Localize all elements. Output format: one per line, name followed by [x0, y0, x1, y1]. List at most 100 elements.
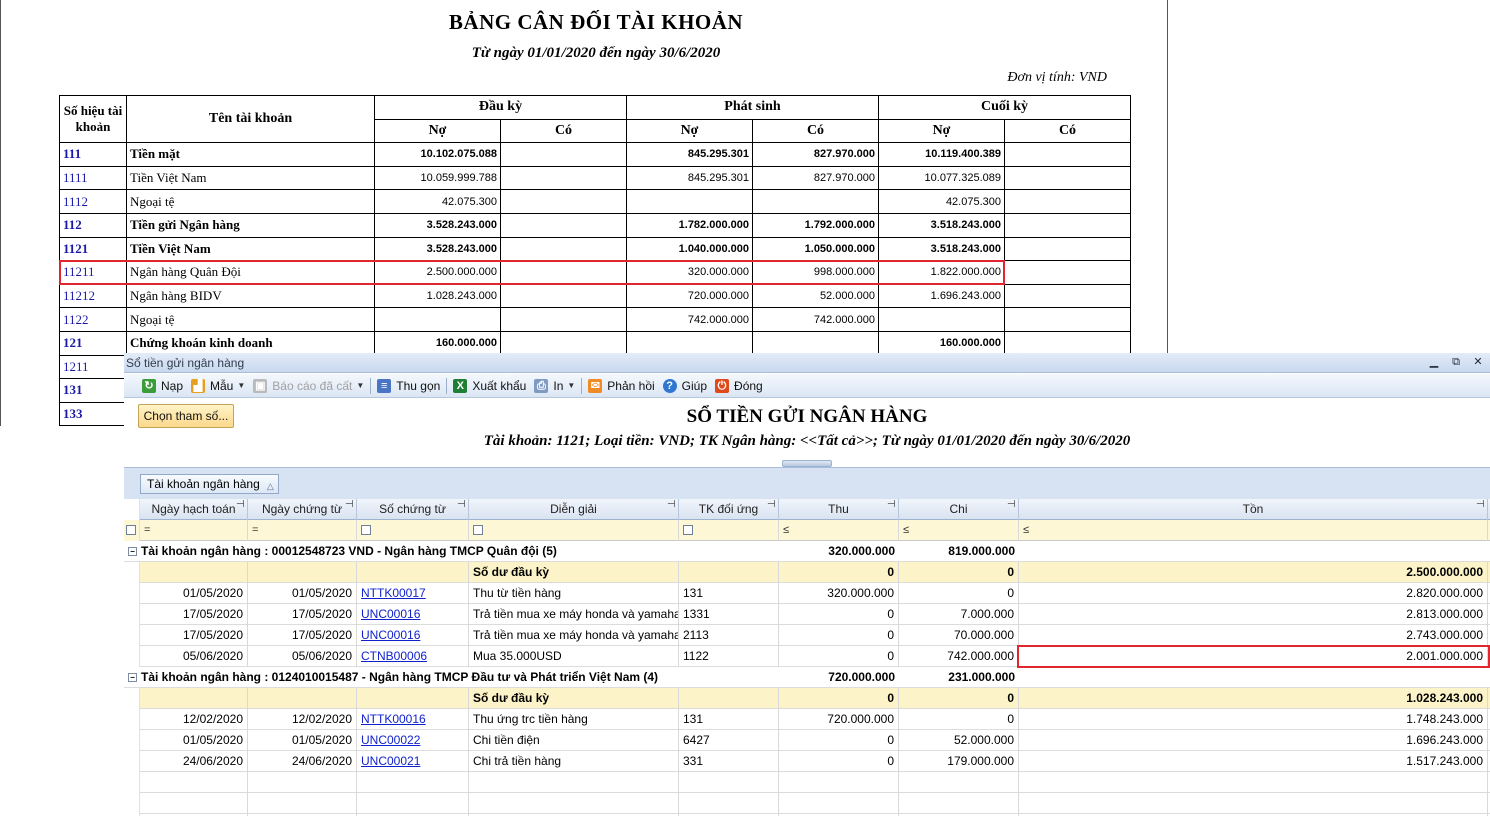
opening-balance-row[interactable]: Số dư đầu kỳ 0 0 2.500.000.000: [124, 562, 1490, 583]
filter-editor-icon[interactable]: [126, 525, 136, 536]
col-header-contra-account[interactable]: TK đối ứng: [679, 499, 779, 520]
filter-checkbox-icon[interactable]: [361, 525, 371, 536]
description: Chi tiền điện: [469, 730, 679, 751]
filter-operator[interactable]: ≤: [1023, 524, 1029, 536]
tb-cell-closing-credit: [1004, 189, 1131, 214]
filter-cell-doc-date[interactable]: =: [248, 520, 357, 541]
tb-cell-movement-credit: 1.792.000.000: [752, 212, 879, 238]
restore-icon[interactable]: ⧉: [1448, 354, 1464, 370]
pin-icon[interactable]: ⊣: [1476, 499, 1487, 510]
collapse-group-icon[interactable]: −: [128, 547, 137, 557]
help-button[interactable]: ? Giúp: [659, 376, 711, 396]
ledger-row[interactable]: 17/05/2020 17/05/2020 UNC00016 Trả tiền mua…: [124, 604, 1490, 625]
minimize-icon[interactable]: ▁: [1426, 354, 1442, 370]
chevron-down-icon: ▼: [356, 381, 365, 390]
export-button[interactable]: X Xuất khẩu: [449, 376, 530, 396]
doc-no-link[interactable]: CTNB00006: [357, 646, 469, 667]
col-header-doc-date[interactable]: Ngày chứng từ: [248, 499, 357, 520]
filter-cell-payment[interactable]: ≤: [899, 520, 1019, 541]
description: Thu ứng trc tiền hàng: [469, 709, 679, 730]
tb-cell-movement-debit: 1.782.000.000: [626, 212, 753, 238]
ledger-row[interactable]: 05/06/2020 05/06/2020 CTNB00006 Mua 35.000U…: [124, 646, 1490, 667]
empty-row: [124, 772, 1490, 793]
doc-no-link[interactable]: NTTK00017: [357, 583, 469, 604]
filter-operator[interactable]: ≤: [783, 524, 789, 536]
ledger-row[interactable]: 01/05/2020 01/05/2020 UNC00022 Chi tiền điệ…: [124, 730, 1490, 751]
col-header-payment[interactable]: Chi: [899, 499, 1019, 520]
filter-operator[interactable]: =: [252, 524, 258, 536]
grid-header[interactable]: Ngày hạch toán ⊣ Ngày chứng từ ⊣ Số chứng từ…: [124, 499, 1490, 520]
doc-no-link[interactable]: UNC00021: [357, 751, 469, 772]
filter-row[interactable]: = = ≤ ≤ ≤: [124, 520, 1490, 541]
collapse-icon: ≡: [377, 378, 392, 393]
col-header-doc-no[interactable]: Số chứng từ: [357, 499, 469, 520]
group-title: Tài khoản ngân hàng : 0124010015487 - Ng…: [141, 670, 659, 684]
feedback-button[interactable]: ✉ Phản hồi: [584, 376, 658, 396]
payment: 70.000.000: [899, 625, 1019, 646]
close-button[interactable]: ⏻ Đóng: [711, 376, 767, 396]
tb-cell-name: Ngân hàng Quân Đội: [126, 260, 375, 285]
filter-cell-contra-account[interactable]: [679, 520, 779, 541]
opening-balance-row[interactable]: Số dư đầu kỳ 0 0 1.028.243.000: [124, 688, 1490, 709]
filter-operator[interactable]: =: [144, 524, 150, 536]
col-header-balance[interactable]: Tồn: [1019, 499, 1488, 520]
ledger-row[interactable]: 12/02/2020 12/02/2020 NTTK00016 Thu ứng trc…: [124, 709, 1490, 730]
filter-cell-description[interactable]: [469, 520, 679, 541]
panel-splitter[interactable]: [782, 460, 832, 467]
doc-no-link[interactable]: UNC00016: [357, 604, 469, 625]
tb-cell-opening-credit: [500, 142, 627, 167]
tb-cell-movement-debit: 720.000.000: [626, 283, 753, 309]
window-titlebar[interactable]: Sổ tiền gửi ngân hàng ▁ ⧉ ✕: [124, 353, 1490, 373]
filter-checkbox-icon[interactable]: [473, 525, 483, 536]
doc-date: 01/05/2020: [248, 730, 357, 751]
receipt: 320.000.000: [779, 583, 899, 604]
group-row[interactable]: − Tài khoản ngân hàng : 0124010015487 - N…: [124, 667, 1490, 688]
tb-cell-code: 133: [59, 401, 127, 427]
doc-no-link[interactable]: NTTK00016: [357, 709, 469, 730]
tb-cell-movement-credit: 742.000.000: [752, 307, 879, 332]
col-opening-credit: Có: [500, 118, 627, 144]
col-opening: Đầu kỳ: [374, 95, 627, 120]
print-button[interactable]: ⎙ In ▼: [530, 376, 579, 396]
printer-icon: ⎙: [534, 378, 549, 393]
empty-cell: [1019, 793, 1488, 814]
posting-date: 01/05/2020: [140, 583, 248, 604]
collapse-button[interactable]: ≡ Thu gọn: [373, 376, 444, 396]
report-unit: Đơn vị tính: VND: [1007, 70, 1107, 85]
empty-cell: [1019, 772, 1488, 793]
doc-no-link[interactable]: UNC00022: [357, 730, 469, 751]
doc-no-link[interactable]: UNC00016: [357, 625, 469, 646]
tb-cell-closing-credit: [1004, 283, 1131, 309]
receipt: 0: [779, 646, 899, 667]
group-header[interactable]: − Tài khoản ngân hàng : 0124010015487 - N…: [128, 667, 658, 687]
filter-checkbox-icon[interactable]: [683, 525, 693, 536]
close-icon[interactable]: ✕: [1470, 354, 1486, 370]
opening-label: Số dư đầu kỳ: [469, 562, 679, 583]
saved-report-button[interactable]: ▣ Báo cáo đã cất ▼: [249, 376, 368, 396]
ledger-row[interactable]: 24/06/2020 24/06/2020 UNC00021 Chi trả tiền…: [124, 751, 1490, 772]
filter-cell-receipt[interactable]: ≤: [779, 520, 899, 541]
col-header-receipt[interactable]: Thu: [779, 499, 899, 520]
reload-button[interactable]: ↻ Nạp: [138, 376, 187, 396]
template-button[interactable]: ▟ Mẫu ▼: [187, 376, 249, 396]
filter-cell-balance[interactable]: ≤: [1019, 520, 1488, 541]
col-header-description[interactable]: Diễn giải: [469, 499, 679, 520]
tb-cell-code: 11212: [59, 283, 127, 309]
filter-operator[interactable]: ≤: [903, 524, 909, 536]
tb-cell-movement-debit: 845.295.301: [626, 165, 753, 191]
group-header[interactable]: − Tài khoản ngân hàng : 00012548723 VND -…: [128, 541, 557, 561]
filter-cell-posting-date[interactable]: =: [140, 520, 248, 541]
cell-doc-date: [248, 562, 357, 583]
filter-cell-doc-no[interactable]: [357, 520, 469, 541]
tb-cell-opening-credit: [500, 260, 627, 285]
group-by-panel: Tài khoản ngân hàng △: [124, 467, 1490, 499]
tb-cell-closing-credit: [1004, 165, 1131, 191]
collapse-group-icon[interactable]: −: [128, 673, 137, 683]
ledger-row[interactable]: 01/05/2020 01/05/2020 NTTK00017 Thu từ tiền…: [124, 583, 1490, 604]
group-by-chip[interactable]: Tài khoản ngân hàng △: [140, 474, 279, 494]
tb-row: 1111 Tiền Việt Nam 10.059.999.788 845.295.3…: [59, 165, 1131, 191]
group-row[interactable]: − Tài khoản ngân hàng : 00012548723 VND -…: [124, 541, 1490, 562]
tb-cell-name: Ngoại tệ: [126, 189, 375, 214]
col-header-posting-date[interactable]: Ngày hạch toán: [140, 499, 248, 520]
ledger-row[interactable]: 17/05/2020 17/05/2020 UNC00016 Trả tiền mua…: [124, 625, 1490, 646]
